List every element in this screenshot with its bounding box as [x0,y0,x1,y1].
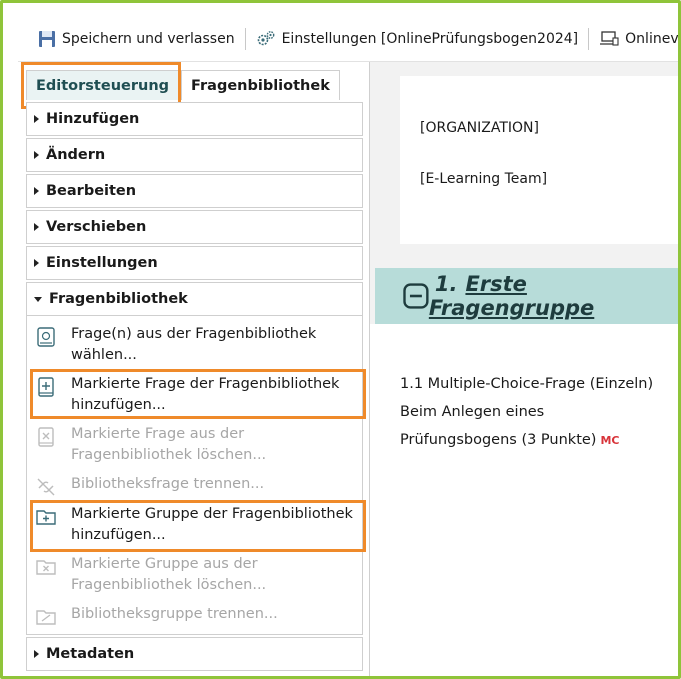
group-title: 1. Erste Fragengruppe [429,272,678,320]
save-icon [39,30,55,47]
question-text-line: Beim Anlegen eines [400,404,545,420]
item-label: Frage(n) aus der Fragenbibliothek wählen… [71,326,317,363]
question-points: Prüfungsbogens (3 Punkte) [400,432,597,448]
settings-label: Einstellungen [OnlinePrüfungsbogen2024] [281,30,579,47]
unlink-library-group-item: Bibliotheksgruppe trennen... [27,600,362,630]
accordion-fragenbibliothek[interactable]: Fragenbibliothek [26,282,363,316]
caret-right-icon [34,187,39,195]
accordion-verschieben[interactable]: Verschieben [26,210,363,244]
collapse-icon[interactable] [403,283,429,309]
monitor-icon [600,30,619,46]
group-number: 1. [434,272,458,296]
accordion-label: Verschieben [46,219,147,235]
app-window: Speichern und verlassen Einstellungen [O… [18,16,678,676]
book-plus-icon [38,377,54,397]
caret-right-icon [34,115,39,123]
accordion-label: Fragenbibliothek [49,291,188,307]
settings-button[interactable]: Einstellungen [OnlinePrüfungsbogen2024] [246,16,589,62]
caret-right-icon [34,151,39,159]
accordion-label: Bearbeiten [46,183,137,199]
add-group-to-library-item[interactable]: Markierte Gruppe der Fragenbibliothek hi… [27,500,362,550]
item-label: Markierte Gruppe aus der Fragenbibliothe… [71,556,267,593]
online-view-label: Onlinevo [625,30,678,47]
accordion-label: Einstellungen [46,255,158,271]
tab-fragenbibliothek[interactable]: Fragenbibliothek [181,70,340,100]
question-item[interactable]: 1.1 Multiple-Choice-Frage (Einzeln) Beim… [400,370,653,455]
online-view-button[interactable]: Onlinevo [589,16,678,62]
caret-right-icon [34,650,39,658]
item-label: Bibliotheksfrage trennen... [71,476,265,492]
question-area: 1.1 Multiple-Choice-Frage (Einzeln) Beim… [370,324,678,676]
item-label: Bibliotheksgruppe trennen... [71,606,278,622]
caret-right-icon [34,223,39,231]
question-text-line: Prüfungsbogens (3 Punkte) MC [400,426,653,455]
toolbar: Speichern und verlassen Einstellungen [O… [18,16,678,62]
gears-icon [257,30,274,45]
book-icon [37,327,55,347]
tab-editorsteuerung[interactable]: Editorsteuerung [26,70,180,100]
editor-control-panel: Editorsteuerung Fragenbibliothek Hinzufü… [18,62,370,676]
caret-down-icon [34,296,42,302]
folder-x-icon [36,560,56,575]
library-actions: Frage(n) aus der Fragenbibliothek wählen… [26,316,363,635]
unlink-library-question-item: Bibliotheksfrage trennen... [27,470,362,500]
folder-unlink-icon [36,610,56,625]
item-label: Markierte Frage der Fragenbibliothek hin… [71,376,340,413]
question-title: 1.1 Multiple-Choice-Frage (Einzeln) [400,376,654,392]
accordion-hinzufuegen[interactable]: Hinzufügen [26,102,363,136]
editor-canvas: [ORGANIZATION] [E-Learning Team] 1. Erste… [370,62,678,676]
question-group-header[interactable]: 1. Erste Fragengruppe [375,268,678,324]
accordion-label: Metadaten [46,646,135,662]
accordion-label: Hinzufügen [46,111,140,127]
organization-text: [ORGANIZATION] [420,120,539,136]
add-question-to-library-item[interactable]: Markierte Frage der Fragenbibliothek hin… [27,370,362,420]
team-text: [E-Learning Team] [420,171,548,187]
accordion-metadaten[interactable]: Metadaten [26,637,363,671]
accordion-aendern[interactable]: Ändern [26,138,363,172]
header-card: [ORGANIZATION] [E-Learning Team] [400,76,678,244]
delete-question-from-library-item: Markierte Frage aus der Fragenbibliothek… [27,420,362,470]
accordion-einstellungen[interactable]: Einstellungen [26,246,363,280]
question-type-badge: MC [600,434,620,447]
item-label: Markierte Frage aus der Fragenbibliothek… [71,426,267,463]
unlink-icon [37,478,55,496]
save-and-exit-button[interactable]: Speichern und verlassen [18,16,245,62]
choose-library-questions-item[interactable]: Frage(n) aus der Fragenbibliothek wählen… [27,320,362,370]
accordion: Hinzufügen Ändern Bearbeiten Verschieben… [26,102,363,673]
delete-group-from-library-item: Markierte Gruppe aus der Fragenbibliothe… [27,550,362,600]
panel-tabs: Editorsteuerung Fragenbibliothek [26,70,342,100]
item-label: Markierte Gruppe der Fragenbibliothek hi… [71,506,353,543]
accordion-label: Ändern [46,147,106,163]
caret-right-icon [34,259,39,267]
folder-plus-icon [36,510,56,525]
save-and-exit-label: Speichern und verlassen [62,30,235,47]
book-x-icon [38,427,54,447]
accordion-bearbeiten[interactable]: Bearbeiten [26,174,363,208]
